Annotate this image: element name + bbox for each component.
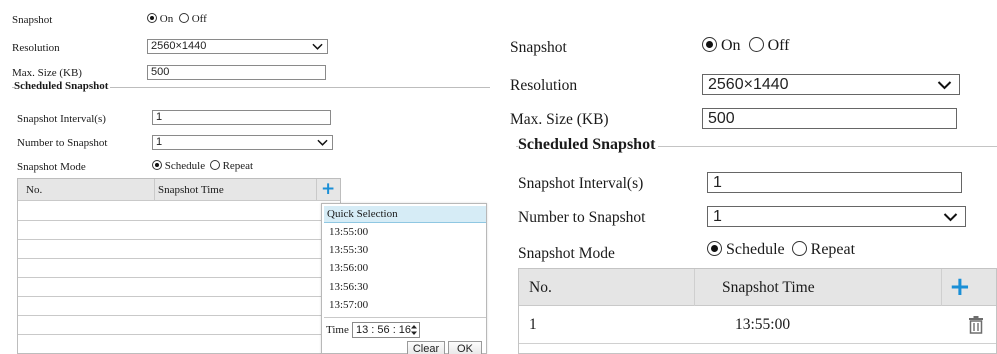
snapshot-radio-group: On Off [702, 37, 789, 55]
table-row [18, 278, 322, 297]
table-row: 1 13:55:00 [519, 307, 996, 344]
max-size-input[interactable]: 500 [702, 108, 957, 129]
mode-repeat-radio[interactable] [209, 160, 220, 170]
number-select[interactable]: 1 [707, 206, 966, 227]
interval-value: 1 [156, 111, 163, 123]
snapshot-off-label: Off [191, 13, 207, 25]
chevron-down-icon [937, 81, 952, 90]
snapshot-on-radio[interactable] [147, 13, 157, 23]
quick-selection-item[interactable]: 13:55:00 [329, 226, 368, 238]
interval-input[interactable]: 1 [152, 110, 331, 125]
resolution-label: Resolution [12, 42, 60, 54]
chevron-down-icon [317, 139, 328, 146]
column-snapshot-time: Snapshot Time [722, 279, 815, 296]
snapshot-time-table: No. Snapshot Time + 1 13:55:00 [518, 268, 997, 354]
quick-selection-item[interactable]: 13:57:00 [329, 299, 368, 311]
resolution-label: Resolution [510, 77, 578, 94]
number-label: Number to Snapshot [518, 209, 646, 226]
trash-icon[interactable] [968, 316, 984, 334]
quick-selection-list: 13:55:00 13:55:30 13:56:00 13:56:30 13:5… [324, 223, 486, 318]
interval-label: Snapshot Interval(s) [17, 113, 106, 125]
number-value: 1 [156, 136, 163, 148]
chevron-down-icon [312, 43, 323, 50]
header-divider [941, 269, 942, 306]
max-size-label: Max. Size (KB) [510, 111, 609, 128]
interval-input[interactable]: 1 [707, 172, 962, 193]
left-panel-small-view: Snapshot On Off Resolution 2560×1440 Max… [0, 0, 490, 354]
snapshot-off-label: Off [767, 37, 790, 54]
mode-schedule-label: Schedule [164, 160, 206, 172]
scheduled-snapshot-legend: Scheduled Snapshot [14, 80, 111, 92]
table-header: No. Snapshot Time + [18, 179, 340, 201]
scheduled-snapshot-legend: Scheduled Snapshot [518, 136, 659, 154]
plus-icon[interactable]: + [949, 272, 971, 302]
mode-label: Snapshot Mode [518, 245, 615, 262]
snapshot-on-label: On [721, 37, 741, 54]
snapshot-on-label: On [159, 13, 174, 25]
resolution-select[interactable]: 2560×1440 [702, 74, 960, 95]
table-header: No. Snapshot Time + [519, 269, 996, 306]
quick-selection-item[interactable]: 13:55:30 [329, 244, 368, 256]
time-label: Time [326, 324, 349, 336]
column-no: No. [529, 279, 552, 296]
quick-selection-item[interactable]: 13:56:30 [329, 281, 368, 293]
snapshot-on-radio[interactable] [702, 37, 717, 52]
spinner-arrows-icon[interactable] [410, 324, 418, 336]
max-size-input[interactable]: 500 [147, 65, 326, 80]
mode-schedule-label: Schedule [726, 241, 785, 258]
interval-value: 1 [713, 174, 722, 191]
quick-selection-popup: Quick Selection 13:55:00 13:55:30 13:56:… [321, 203, 487, 354]
snapshot-label: Snapshot [510, 39, 567, 56]
header-divider [154, 179, 155, 201]
column-no: No. [26, 184, 43, 196]
number-select[interactable]: 1 [152, 135, 333, 150]
mode-repeat-radio[interactable] [791, 241, 807, 256]
table-row [18, 316, 322, 335]
mode-radio-group: Schedule Repeat [152, 160, 253, 172]
table-row [18, 221, 322, 240]
table-row [18, 297, 322, 316]
ok-button[interactable]: OK [448, 341, 482, 354]
table-row [18, 259, 322, 278]
clear-button[interactable]: Clear [407, 341, 445, 354]
header-divider [316, 179, 317, 201]
interval-label: Snapshot Interval(s) [518, 175, 644, 192]
mode-schedule-radio[interactable] [707, 241, 722, 256]
mode-repeat-label: Repeat [222, 160, 254, 172]
mode-label: Snapshot Mode [17, 161, 86, 173]
snapshot-radio-group: On Off [147, 13, 207, 25]
table-row [18, 240, 322, 259]
mode-schedule-radio[interactable] [152, 160, 162, 170]
mode-repeat-label: Repeat [810, 241, 856, 258]
snapshot-time-table: No. Snapshot Time + [17, 178, 341, 354]
resolution-select[interactable]: 2560×1440 [147, 39, 328, 54]
row-number: 1 [529, 316, 537, 333]
resolution-value: 2560×1440 [708, 76, 789, 93]
max-size-value: 500 [151, 66, 170, 78]
number-value: 1 [713, 208, 722, 225]
plus-icon[interactable]: + [321, 179, 335, 199]
quick-selection-item[interactable]: 13:56:00 [329, 262, 368, 274]
mode-radio-group: Schedule Repeat [707, 241, 855, 259]
column-snapshot-time: Snapshot Time [158, 184, 224, 196]
snapshot-off-radio[interactable] [178, 13, 189, 23]
resolution-value: 2560×1440 [151, 40, 207, 52]
quick-selection-header: Quick Selection [324, 206, 486, 223]
snapshot-label: Snapshot [12, 14, 53, 26]
chevron-down-icon [943, 213, 958, 222]
header-divider [694, 269, 695, 306]
number-label: Number to Snapshot [17, 137, 108, 149]
max-size-value: 500 [708, 110, 735, 127]
time-spinner-input[interactable]: 13 : 56 : 16 [352, 322, 420, 338]
time-value: 13 : 56 : 16 [356, 324, 412, 336]
max-size-label: Max. Size (KB) [12, 67, 82, 79]
right-panel-zoomed-view: Snapshot On Off Resolution 2560×1440 Max… [496, 0, 997, 354]
row-snapshot-time: 13:55:00 [735, 316, 791, 333]
table-row [18, 202, 322, 221]
snapshot-off-radio[interactable] [748, 37, 764, 52]
